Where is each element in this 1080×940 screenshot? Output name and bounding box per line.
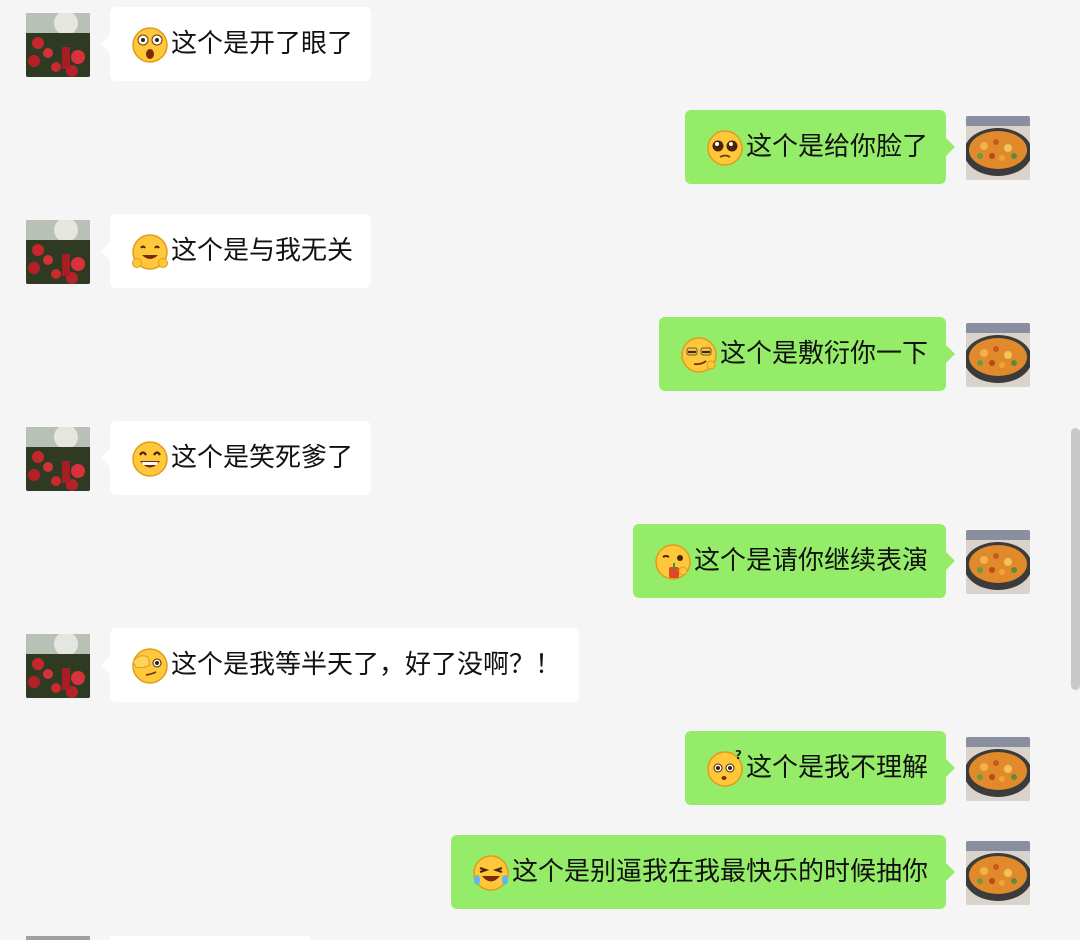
- outgoing-message: 这个是别逼我在我最快乐的时候抽你: [0, 835, 1080, 909]
- message-bubble[interactable]: 这个是与我无关: [100, 214, 372, 288]
- outgoing-message: 这个是给你脸了: [0, 110, 1080, 184]
- self-avatar[interactable]: [966, 841, 1030, 905]
- sipping-drink-icon: [653, 541, 693, 581]
- message-bubble[interactable]: 这个是别逼我在我最快乐的时候抽你: [450, 835, 956, 909]
- message-text: 这个是敷衍你一下: [719, 339, 928, 369]
- contact-avatar[interactable]: [26, 427, 90, 491]
- outgoing-message: 这个是敷衍你一下: [0, 317, 1080, 391]
- message-text: 这个是开了眼了: [171, 29, 354, 59]
- message-text: 这个是我等半天了，好了没啊？！: [171, 650, 562, 680]
- scrollbar[interactable]: [1071, 428, 1080, 690]
- contact-avatar[interactable]: [26, 220, 90, 284]
- big-grin-icon: [130, 438, 170, 478]
- partial-message-bubble: [110, 936, 310, 940]
- contact-avatar[interactable]: [26, 634, 90, 698]
- confused-question-icon: ?: [705, 748, 745, 788]
- self-avatar[interactable]: [966, 323, 1030, 387]
- self-avatar[interactable]: [966, 737, 1030, 801]
- pleading-face-icon: [705, 127, 745, 167]
- partial-avatar: [26, 936, 90, 940]
- svg-text:?: ?: [735, 748, 742, 762]
- message-bubble[interactable]: ? 这个是我不理解: [684, 731, 956, 805]
- incoming-message: 这个是笑死爹了: [0, 421, 1080, 495]
- message-text: 这个是笑死爹了: [171, 443, 354, 473]
- contact-avatar[interactable]: [26, 13, 90, 77]
- outgoing-message: 这个是请你继续表演: [0, 524, 1080, 598]
- crying-laughing-icon: [471, 852, 511, 892]
- smirk-face-icon: [679, 334, 719, 374]
- message-bubble[interactable]: 这个是敷衍你一下: [658, 317, 956, 391]
- incoming-message: 这个是与我无关: [0, 214, 1080, 288]
- message-bubble[interactable]: 这个是给你脸了: [684, 110, 956, 184]
- message-text: 这个是我不理解: [745, 753, 928, 783]
- message-bubble[interactable]: 这个是开了眼了: [100, 7, 372, 81]
- message-text: 这个是与我无关: [171, 236, 354, 266]
- message-text: 这个是请你继续表演: [693, 546, 928, 576]
- message-bubble[interactable]: 这个是我等半天了，好了没啊？！: [100, 628, 580, 702]
- outgoing-message: ? 这个是我不理解: [0, 731, 1080, 805]
- grin-hands-icon: [130, 231, 170, 271]
- self-avatar[interactable]: [966, 530, 1030, 594]
- chat-window[interactable]: 这个是开了眼了这个是给你脸了这个是与我无关这个是敷衍你一下这个是笑死爹了这个是请…: [0, 0, 1080, 940]
- message-text: 这个是别逼我在我最快乐的时候抽你: [511, 857, 928, 887]
- self-avatar[interactable]: [966, 116, 1030, 180]
- incoming-message: 这个是开了眼了: [0, 7, 1080, 81]
- mouth-open-eyes-wide-icon: [130, 24, 170, 64]
- incoming-message: 这个是我等半天了，好了没啊？！: [0, 628, 1080, 702]
- message-bubble[interactable]: 这个是笑死爹了: [100, 421, 372, 495]
- hand-over-eye-icon: [130, 645, 170, 685]
- message-text: 这个是给你脸了: [745, 132, 928, 162]
- message-bubble[interactable]: 这个是请你继续表演: [632, 524, 956, 598]
